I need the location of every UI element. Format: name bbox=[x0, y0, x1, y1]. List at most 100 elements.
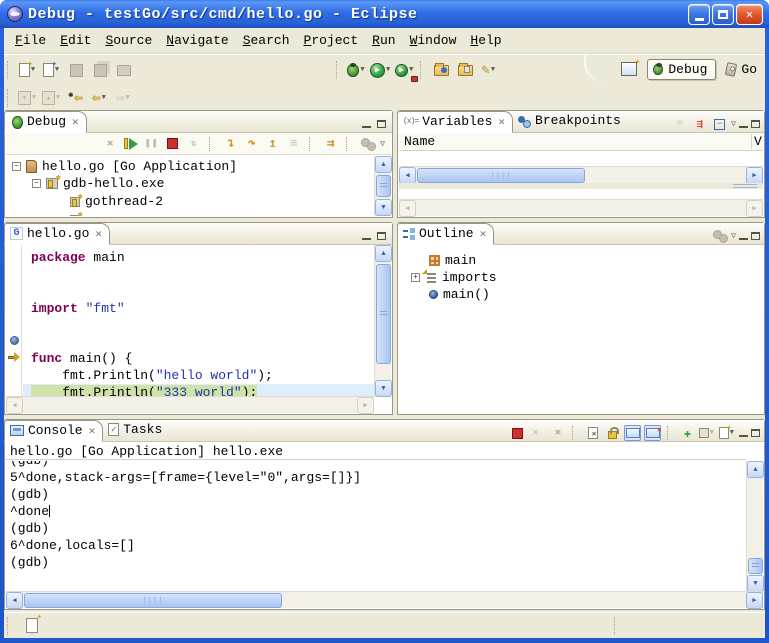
scroll-up-icon[interactable]: ▲ bbox=[375, 245, 392, 262]
tree-row-thread-partial[interactable] bbox=[70, 211, 80, 216]
next-annotation-button[interactable]: ▾▼ bbox=[17, 87, 39, 109]
close-icon[interactable]: ✕ bbox=[480, 227, 487, 241]
scroll-down-icon[interactable]: ▼ bbox=[375, 380, 392, 397]
open-console-button[interactable]: ✦▼ bbox=[719, 425, 736, 441]
step-filters-button[interactable]: ⇉ bbox=[322, 136, 339, 152]
toolbar-grip[interactable] bbox=[420, 61, 425, 79]
resume-button[interactable] bbox=[122, 136, 139, 152]
scroll-right-icon[interactable]: ▶ bbox=[746, 592, 763, 609]
save-all-button[interactable] bbox=[89, 59, 111, 81]
editor-code-area[interactable]: package main import "fmt" func main() { … bbox=[23, 245, 374, 397]
menu-navigate[interactable]: Navigate bbox=[159, 31, 235, 50]
details-hscrollbar[interactable]: ◀ ▶ bbox=[399, 199, 763, 216]
variables-hscrollbar[interactable]: ◀ |||| ▶ bbox=[399, 166, 763, 183]
variables-column-header[interactable]: Name V bbox=[399, 133, 763, 151]
scroll-thumb[interactable]: |||| bbox=[417, 168, 585, 183]
remove-terminated-button[interactable]: ✕✕ bbox=[101, 136, 118, 152]
show-stdout-button[interactable] bbox=[624, 425, 641, 441]
show-type-names-button[interactable]: ⌨ bbox=[671, 116, 688, 132]
outline-item-imports[interactable]: + imports bbox=[411, 269, 497, 286]
menu-edit[interactable]: Edit bbox=[53, 31, 98, 50]
minimize-view-icon[interactable] bbox=[739, 232, 748, 240]
display-console-button[interactable]: ▼ bbox=[699, 425, 716, 441]
tab-tasks[interactable]: ✓ Tasks bbox=[103, 419, 169, 441]
debug-tree-vscrollbar[interactable]: ▲ ▼ bbox=[374, 156, 391, 216]
minimize-view-icon[interactable] bbox=[362, 120, 371, 128]
terminate-button[interactable] bbox=[509, 425, 526, 441]
toolbar-grip[interactable] bbox=[7, 89, 12, 107]
menu-project[interactable]: Project bbox=[297, 31, 366, 50]
fast-view-icon[interactable] bbox=[26, 618, 38, 633]
scroll-left-icon[interactable]: ◀ bbox=[399, 167, 416, 184]
open-element-button[interactable] bbox=[430, 59, 452, 81]
show-stderr-button[interactable] bbox=[644, 425, 661, 441]
minimize-view-icon[interactable] bbox=[739, 120, 748, 128]
terminate-button[interactable] bbox=[164, 136, 181, 152]
menu-help[interactable]: Help bbox=[463, 31, 508, 50]
eclipse-app-icon[interactable] bbox=[7, 6, 23, 22]
tab-breakpoints[interactable]: Breakpoints bbox=[513, 110, 628, 132]
scroll-up-icon[interactable]: ▲ bbox=[747, 461, 764, 478]
remove-all-launches-button[interactable]: ✕✕ bbox=[549, 425, 566, 441]
maximize-view-icon[interactable] bbox=[751, 120, 760, 128]
open-perspective-button[interactable]: ✦ bbox=[618, 58, 640, 80]
menu-file[interactable]: File bbox=[8, 31, 53, 50]
new-button[interactable]: ✦▼ bbox=[17, 59, 39, 81]
collapse-all-button[interactable]: − bbox=[711, 116, 728, 132]
maximize-view-icon[interactable] bbox=[377, 120, 386, 128]
external-tools-button[interactable]: ▶▼ bbox=[394, 59, 416, 81]
sort-button[interactable] bbox=[711, 228, 728, 244]
tree-row-thread[interactable]: gothread-2 bbox=[70, 193, 163, 210]
tab-console[interactable]: Console ✕ bbox=[4, 420, 103, 442]
close-icon[interactable]: ✕ bbox=[498, 115, 505, 129]
console-hscrollbar[interactable]: ◀ |||| ▶ bbox=[6, 591, 763, 608]
close-icon[interactable]: ✕ bbox=[89, 424, 96, 438]
tab-outline[interactable]: Outline ✕ bbox=[397, 223, 494, 245]
editor-vscrollbar[interactable]: ▲ ▼ bbox=[374, 245, 391, 397]
view-menu-icon[interactable]: ▽ bbox=[380, 139, 385, 149]
tree-row-launch[interactable]: − hello.go [Go Application] bbox=[12, 158, 237, 175]
clear-console-button[interactable]: ✕ bbox=[584, 425, 601, 441]
maximize-view-icon[interactable] bbox=[377, 232, 386, 240]
minimize-view-icon[interactable] bbox=[739, 429, 748, 437]
title-bar[interactable]: Debug - testGo/src/cmd/hello.go - Eclips… bbox=[0, 0, 769, 28]
search-toolbar-button[interactable]: ✎▼ bbox=[478, 59, 500, 81]
menu-window[interactable]: Window bbox=[403, 31, 464, 50]
scroll-right-icon[interactable]: ▶ bbox=[746, 167, 763, 184]
view-menu-icon[interactable]: ▽ bbox=[731, 119, 736, 129]
console-output[interactable]: (gdb) 5^done,stack-args=[frame={level="0… bbox=[6, 461, 746, 592]
minimize-view-icon[interactable] bbox=[362, 232, 371, 240]
outline-item-main-func[interactable]: main() bbox=[429, 286, 490, 303]
scroll-left-icon[interactable]: ◀ bbox=[6, 592, 23, 609]
step-return-button[interactable]: ↥ bbox=[264, 136, 281, 152]
editor-hscrollbar[interactable]: ◀ ▶ bbox=[6, 396, 374, 413]
show-logical-structures-button[interactable]: ⇶ bbox=[691, 116, 708, 132]
back-button[interactable]: ⇦▼ bbox=[89, 87, 111, 109]
scroll-down-icon[interactable]: ▼ bbox=[747, 575, 764, 592]
column-name[interactable]: Name bbox=[399, 134, 435, 149]
variables-tree-empty[interactable] bbox=[399, 151, 763, 166]
step-over-button[interactable]: ↷ bbox=[243, 136, 260, 152]
scroll-down-icon[interactable]: ▼ bbox=[375, 199, 392, 216]
expand-icon[interactable]: + bbox=[411, 273, 420, 282]
open-resource-button[interactable] bbox=[454, 59, 476, 81]
scroll-thumb[interactable] bbox=[376, 264, 391, 364]
close-icon[interactable]: ✕ bbox=[72, 115, 79, 129]
suspend-button[interactable]: ❚❚ bbox=[143, 136, 160, 152]
run-launch-button[interactable]: ▶▼ bbox=[370, 59, 392, 81]
pin-console-button[interactable]: ✚ bbox=[679, 425, 696, 441]
menu-run[interactable]: Run bbox=[365, 31, 402, 50]
step-into-button[interactable]: ↴ bbox=[222, 136, 239, 152]
scroll-thumb[interactable] bbox=[748, 558, 763, 574]
save-button[interactable] bbox=[65, 59, 87, 81]
console-vscrollbar[interactable]: ▲ ▼ bbox=[746, 461, 763, 592]
menu-search[interactable]: Search bbox=[236, 31, 297, 50]
previous-annotation-button[interactable]: ▴▼ bbox=[41, 87, 63, 109]
maximize-button[interactable] bbox=[712, 4, 734, 25]
scroll-up-icon[interactable]: ▲ bbox=[375, 156, 392, 173]
toolbar-grip[interactable] bbox=[336, 61, 341, 79]
collapse-all-button[interactable] bbox=[359, 136, 376, 152]
minimize-button[interactable] bbox=[688, 4, 710, 25]
toolbar-grip[interactable] bbox=[7, 61, 12, 79]
breakpoint-icon[interactable] bbox=[10, 336, 19, 345]
